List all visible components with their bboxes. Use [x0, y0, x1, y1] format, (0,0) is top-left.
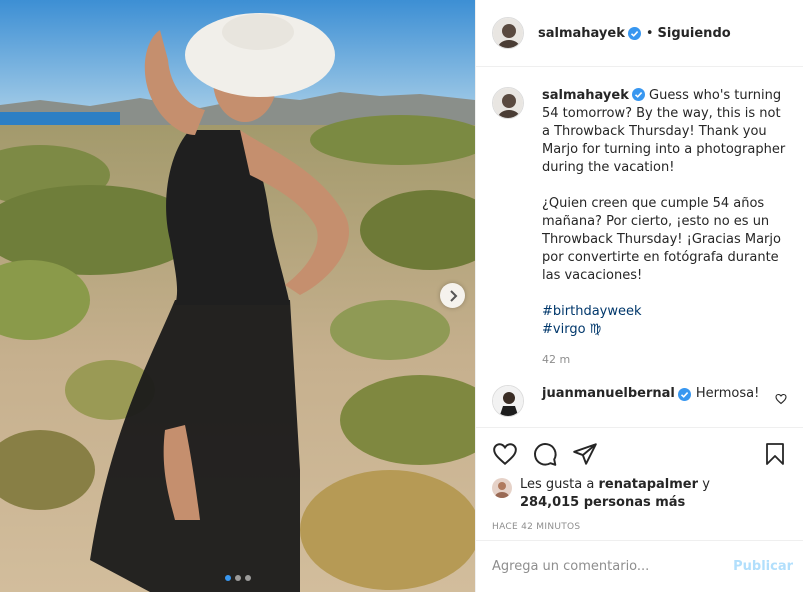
author-username[interactable]: salmahayek — [538, 26, 625, 41]
following-button[interactable]: Siguiendo — [658, 26, 731, 41]
header-separator: • — [645, 25, 654, 41]
caption-text-es: ¿Quien creen que cumple 54 años mañana? … — [542, 196, 786, 283]
post-header: salmahayek • Siguiendo — [476, 0, 803, 67]
carousel-dot — [234, 575, 241, 581]
verified-badge-icon — [627, 26, 641, 40]
caption-body: salmahayek Guess who's turning 54 tomorr… — [542, 87, 787, 369]
comments-section: salmahayek Guess who's turning 54 tomorr… — [476, 67, 803, 427]
caption-timestamp: 42 m — [542, 353, 571, 366]
comment-input[interactable] — [492, 559, 734, 574]
share-icon[interactable] — [572, 441, 598, 467]
chevron-right-icon — [449, 289, 457, 302]
comment-text: Hermosa! — [695, 386, 760, 401]
likes-summary: Les gusta a renatapalmer y 284,015 perso… — [492, 476, 787, 512]
photo-scene — [0, 0, 475, 592]
post-side-panel: salmahayek • Siguiendo salmahayek Guess … — [475, 0, 803, 592]
liker-username[interactable]: renatapalmer — [598, 477, 698, 492]
commenter-username[interactable]: juanmanuelbernal — [542, 385, 675, 403]
hashtag-list: #birthdayweek #virgo ♍ — [542, 303, 787, 339]
carousel-dots — [0, 575, 475, 581]
verified-badge-icon — [677, 387, 691, 401]
liker-avatar[interactable] — [492, 478, 512, 498]
comment-heart-icon[interactable] — [775, 393, 787, 405]
comment-body: juanmanuelbernal Hermosa! — [542, 385, 762, 403]
likes-conjunction: y — [702, 477, 710, 492]
likes-count[interactable]: 284,015 personas más — [520, 495, 685, 510]
hashtag-link[interactable]: #virgo ♍ — [542, 321, 787, 339]
likes-text: Les gusta a renatapalmer y 284,015 perso… — [520, 476, 710, 512]
bookmark-icon[interactable] — [763, 441, 787, 467]
commenter-avatar[interactable] — [492, 385, 524, 417]
add-comment-bar: Publicar — [476, 540, 803, 592]
publish-button[interactable]: Publicar — [733, 559, 793, 574]
heart-icon[interactable] — [492, 441, 518, 467]
comment-item: juanmanuelbernal Hermosa! — [492, 385, 787, 417]
carousel-dot — [224, 575, 231, 581]
post-photo[interactable] — [0, 0, 475, 592]
author-avatar[interactable] — [492, 17, 524, 49]
hashtag-link[interactable]: #birthdayweek — [542, 303, 787, 321]
caption-author-username[interactable]: salmahayek — [542, 88, 629, 103]
action-icons — [492, 440, 787, 468]
carousel-dot — [244, 575, 251, 581]
carousel-next-button[interactable] — [440, 283, 465, 308]
comment-icon[interactable] — [532, 441, 558, 467]
post-timestamp[interactable]: HACE 42 MINUTOS — [492, 522, 787, 532]
likes-prefix: Les gusta a — [520, 477, 595, 492]
caption-author-avatar[interactable] — [492, 87, 524, 119]
post-actions: Les gusta a renatapalmer y 284,015 perso… — [476, 427, 803, 532]
verified-badge-icon — [631, 88, 645, 101]
caption: salmahayek Guess who's turning 54 tomorr… — [492, 87, 787, 369]
